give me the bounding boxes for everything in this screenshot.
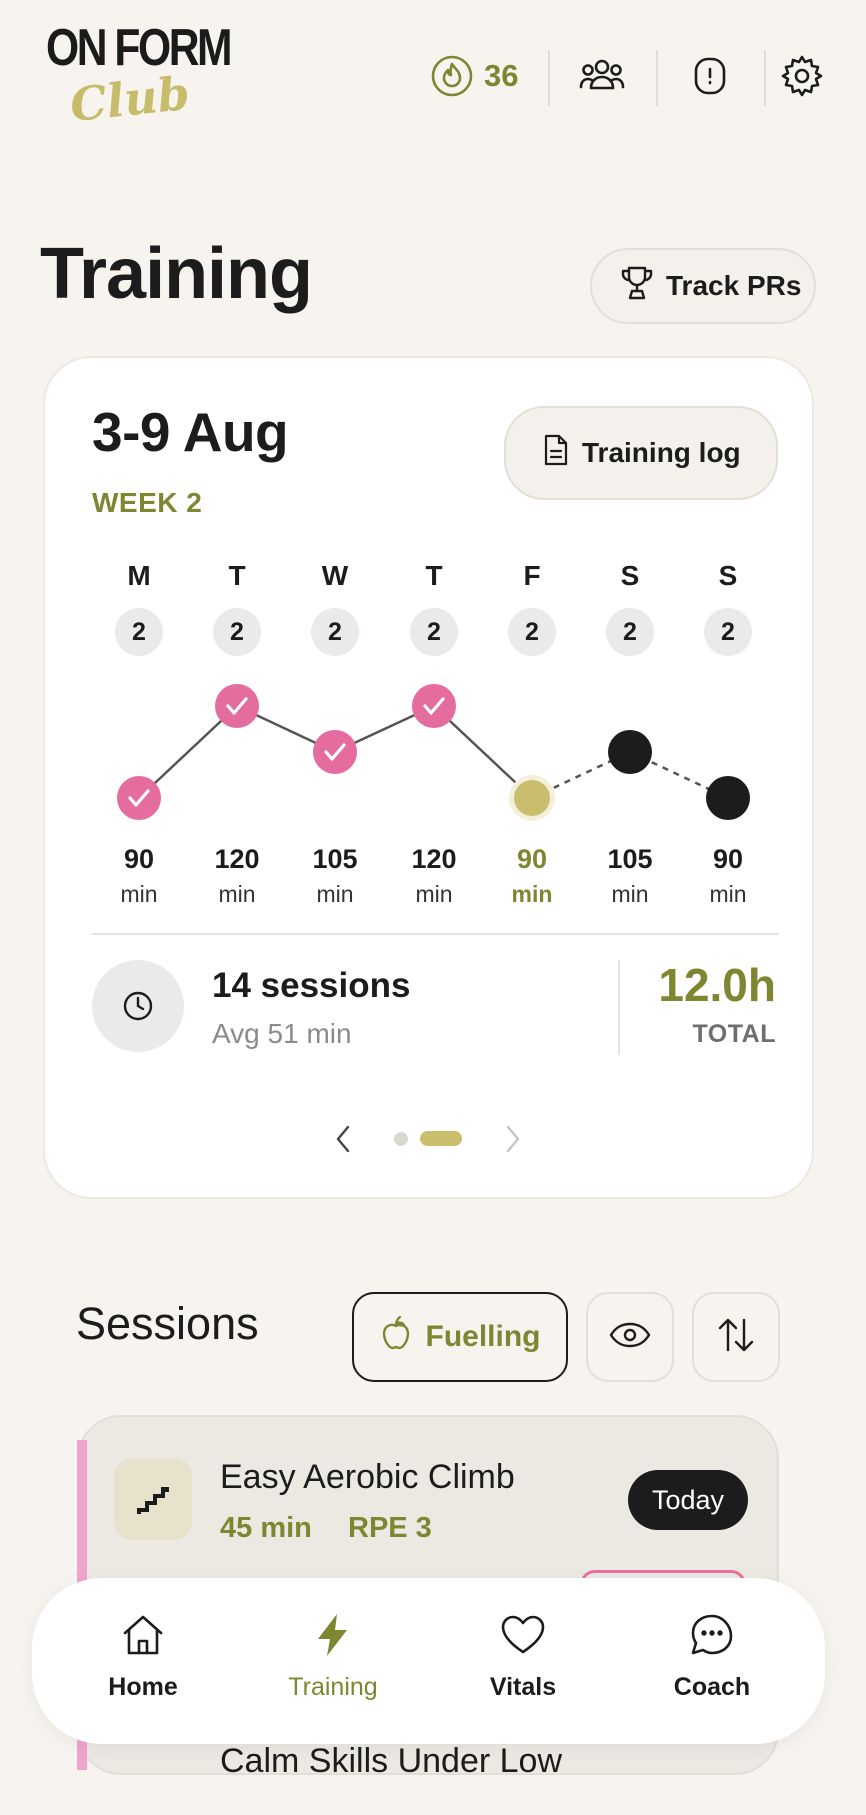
lightning-icon — [310, 1612, 356, 1663]
apple-icon — [380, 1315, 412, 1359]
nav-home[interactable]: Home — [73, 1612, 213, 1702]
fuelling-label: Fuelling — [425, 1320, 541, 1353]
day-point-planned[interactable] — [608, 730, 652, 774]
nav-vitals[interactable]: Vitals — [453, 1612, 593, 1702]
sessions-average: Avg 51 min — [212, 1018, 352, 1049]
nav-label-vitals: Vitals — [489, 1673, 557, 1701]
session-duration: 45 min — [220, 1512, 312, 1544]
fuelling-button[interactable]: Fuelling — [352, 1292, 568, 1382]
pager-dot-active[interactable] — [420, 1131, 462, 1146]
heart-icon — [500, 1612, 546, 1663]
day-point-completed[interactable] — [117, 776, 161, 820]
session-title: Easy Aerobic Climb — [220, 1458, 515, 1496]
clock-icon — [92, 960, 184, 1052]
chevron-left-icon[interactable] — [334, 1124, 352, 1159]
today-badge: Today — [628, 1470, 748, 1530]
day-point-current[interactable] — [509, 775, 555, 821]
nav-label-home: Home — [108, 1673, 178, 1701]
total-label: TOTAL — [692, 1020, 776, 1048]
chat-icon — [689, 1612, 735, 1663]
summary-divider — [618, 960, 620, 1055]
nav-coach[interactable]: Coach — [642, 1612, 782, 1702]
eye-icon — [609, 1321, 651, 1354]
session-rpe: RPE 3 — [348, 1512, 432, 1544]
sessions-count: 14 sessions — [212, 966, 411, 1005]
card-divider — [92, 933, 779, 935]
home-icon — [120, 1612, 166, 1663]
day-point-completed[interactable] — [412, 684, 456, 728]
sessions-title: Sessions — [76, 1298, 259, 1349]
nav-label-coach: Coach — [673, 1673, 751, 1701]
sort-button[interactable] — [692, 1292, 780, 1382]
chevron-right-icon[interactable] — [504, 1124, 522, 1159]
next-session-title[interactable]: Calm Skills Under Low — [220, 1742, 562, 1781]
visibility-button[interactable] — [586, 1292, 674, 1382]
pager-dot[interactable] — [394, 1132, 408, 1146]
day-point-completed[interactable] — [215, 684, 259, 728]
nav-label-training: Training — [288, 1673, 378, 1701]
day-point-completed[interactable] — [313, 730, 357, 774]
nav-training[interactable]: Training — [263, 1612, 403, 1702]
day-point-planned[interactable] — [706, 776, 750, 820]
stairs-icon — [114, 1458, 192, 1540]
sort-icon — [716, 1316, 756, 1359]
total-hours: 12.0h — [658, 959, 776, 1011]
